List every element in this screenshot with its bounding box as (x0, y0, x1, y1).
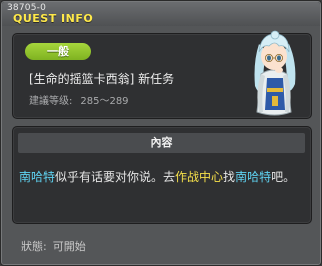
npc-link[interactable]: 南哈特 (235, 170, 271, 184)
npc-link[interactable]: 南哈特 (19, 170, 55, 184)
quest-header-panel: 一般 [生命的摇篮卡西翁] 新任务 建議等级: 285～289 (12, 30, 312, 119)
content-header: 內容 (18, 133, 305, 153)
recommended-level: 建議等级: 285～289 (29, 92, 137, 107)
level-label: 建議等级: (29, 96, 73, 107)
quest-content-panel: 內容 南哈特似乎有话要对你说。去作战中心找南哈特吧。 (12, 126, 312, 224)
location-link[interactable]: 作战中心 (175, 170, 223, 184)
quest-name: [生命的摇篮卡西翁] 新任务 (29, 72, 175, 86)
level-range: 285～289 (80, 96, 129, 107)
quest-description: 南哈特似乎有话要对你说。去作战中心找南哈特吧。 (19, 167, 304, 187)
quest-info-window: 38705-0 QUEST INFO 一般 [生命的摇篮卡西翁] 新任务 建議等… (0, 0, 322, 266)
quest-status: 狀態: 可開始 (21, 238, 92, 254)
category-badge: 一般 (25, 43, 91, 60)
description-text: 吧。 (271, 170, 296, 184)
description-text: 找 (223, 170, 236, 184)
description-text: 似乎有话要对你说。去 (55, 170, 176, 184)
status-label: 狀態: (21, 240, 47, 253)
window-title: QUEST INFO (13, 12, 94, 25)
status-value: 可開始 (52, 240, 86, 253)
npc-portrait (254, 30, 296, 116)
